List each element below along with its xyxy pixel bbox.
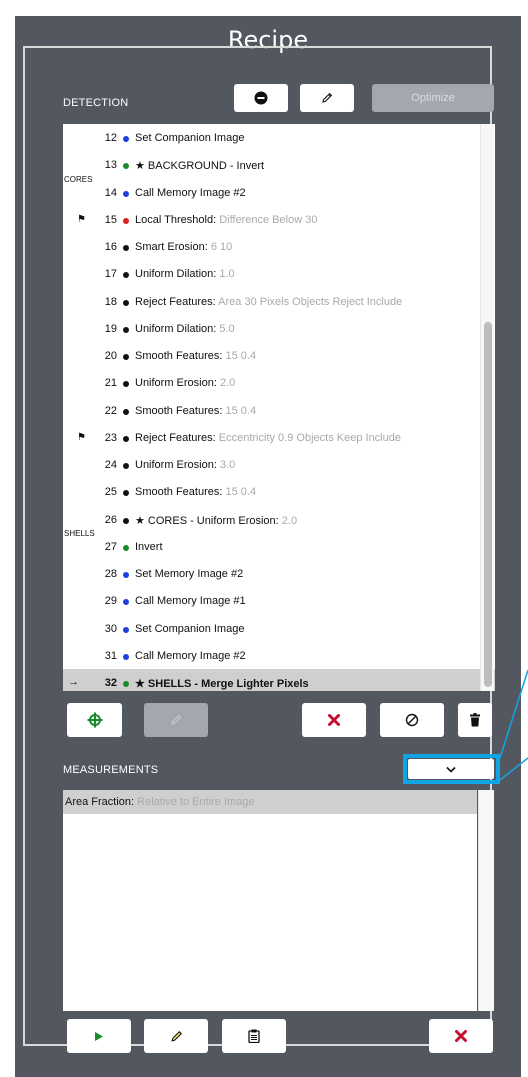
callout-lines	[499, 669, 528, 781]
